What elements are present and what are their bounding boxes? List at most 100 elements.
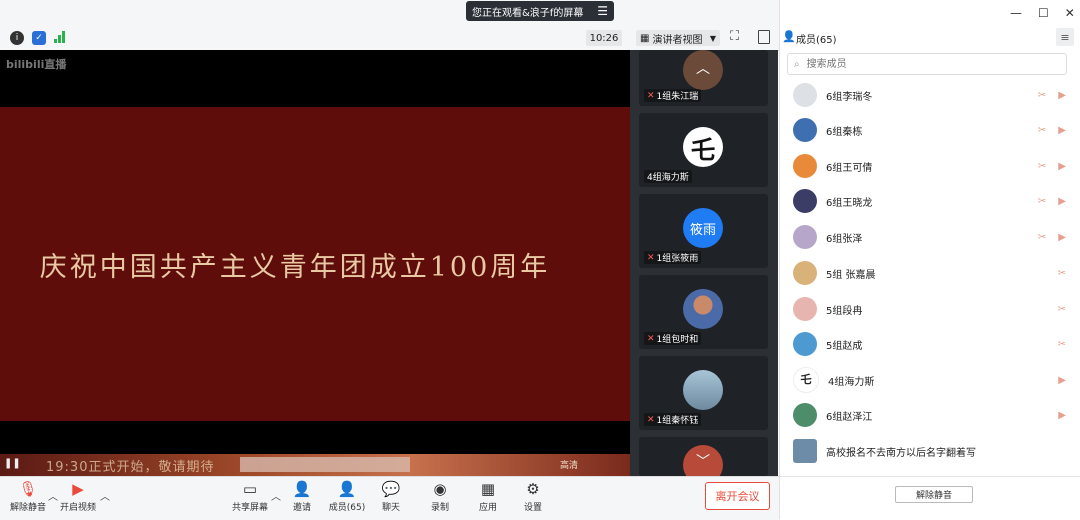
avatar <box>793 83 817 107</box>
member-row[interactable]: 5组赵成 ✂ <box>780 327 1080 361</box>
member-row[interactable]: 6组张泽 ✂ ▶ <box>780 220 1080 254</box>
panel-menu-button[interactable]: ≡ <box>1056 28 1074 46</box>
mic-muted-icon: ✕ <box>647 414 655 425</box>
member-row[interactable]: 5组段冉 ✂ <box>780 292 1080 326</box>
leave-meeting-button[interactable]: 离开会议 <box>705 482 770 510</box>
share-screen-icon: ▭ <box>242 480 258 498</box>
member-row[interactable]: 5组 张嘉晨 ✂ <box>780 256 1080 290</box>
member-row[interactable]: 6组李瑞冬 ✂ ▶ <box>780 78 1080 112</box>
participant-thumbnail[interactable]: ✕ 1组包时和 <box>639 275 768 349</box>
mic-muted-icon[interactable]: ✂ <box>1038 196 1046 207</box>
divider <box>780 476 1080 477</box>
avatar: 筱雨 <box>683 208 723 248</box>
thumbnail-name: ✕ 1组张筱雨 <box>644 251 702 264</box>
avatar <box>793 403 817 427</box>
avatar <box>793 225 817 249</box>
share-banner-text: 您正在观看&浪子f的屏幕 <box>472 7 584 19</box>
user-icon: 👤 <box>782 30 796 43</box>
share-banner[interactable]: 您正在观看&浪子f的屏幕 ☰ <box>466 1 614 21</box>
window-controls: — ☐ ✕ <box>1010 6 1075 20</box>
camera-off-icon[interactable]: ▶ <box>1058 125 1066 136</box>
chevron-up-icon[interactable]: ︿ <box>100 488 110 503</box>
avatar <box>793 261 817 285</box>
member-row[interactable]: 6组王晓龙 ✂ ▶ <box>780 184 1080 218</box>
signal-icon[interactable] <box>54 31 68 43</box>
mic-off-icon: 🎙 <box>18 480 38 498</box>
invite-button[interactable]: 👤 邀请 <box>278 480 326 513</box>
member-row[interactable]: 6组秦栋 ✂ ▶ <box>780 113 1080 147</box>
mic-muted-icon[interactable]: ✂ <box>1038 232 1046 243</box>
camera-off-icon[interactable]: ▶ <box>1058 161 1066 172</box>
mic-muted-icon[interactable]: ✂ <box>1038 161 1046 172</box>
menu-icon[interactable]: ☰ <box>597 4 608 18</box>
minimize-icon[interactable]: — <box>1010 6 1022 20</box>
member-row[interactable]: 6组王可倩 ✂ ▶ <box>780 149 1080 183</box>
avatar: 乇 <box>683 127 723 167</box>
start-video-button[interactable]: ▶ 开启视频 <box>54 480 102 513</box>
chevron-down-icon: ▼ <box>709 33 716 43</box>
avatar <box>793 154 817 178</box>
camera-off-icon[interactable]: ▶ <box>1058 410 1066 421</box>
record-button[interactable]: ◉ 录制 <box>416 480 464 513</box>
info-icon[interactable]: i <box>10 31 24 45</box>
mic-muted-icon[interactable]: ✂ <box>1058 304 1066 315</box>
avatar <box>793 118 817 142</box>
camera-off-icon[interactable]: ▶ <box>1058 90 1066 101</box>
participant-thumbnail[interactable]: ✕ 1组秦怀钰 <box>639 356 768 430</box>
play-pause-icon: ❚❚ <box>4 458 21 469</box>
apps-button[interactable]: ▦ 应用 <box>464 480 512 513</box>
chevron-up-icon[interactable]: ︿ <box>691 58 715 77</box>
member-row[interactable]: 乇 4组海力斯 ▶ <box>780 363 1080 397</box>
grid-icon: ▦ <box>640 32 650 44</box>
sidebar-toggle-icon[interactable] <box>758 30 770 44</box>
video-quality-label: 高清 <box>560 461 579 471</box>
video-bar-text: 19:30正式开始，敬请期待 <box>46 460 215 475</box>
mic-muted-icon[interactable]: ✂ <box>1038 90 1046 101</box>
video-progress-overlay <box>240 457 410 472</box>
panel-title: 成员(65) <box>796 35 837 46</box>
close-icon[interactable]: ✕ <box>1065 6 1075 20</box>
avatar <box>793 189 817 213</box>
thumbnail-name: 4组海力斯 <box>644 170 692 183</box>
settings-button[interactable]: ⚙ 设置 <box>509 480 557 513</box>
slide-title: 庆祝中国共产主义青年团成立100周年 <box>39 252 551 283</box>
share-screen-button[interactable]: ▭ 共享屏幕 <box>226 480 274 513</box>
avatar <box>793 439 817 463</box>
shield-icon[interactable]: ✓ <box>32 31 46 45</box>
participant-thumbnail[interactable]: ﹀ <box>639 437 768 485</box>
participant-thumbnail[interactable]: ︿ ✕ 1组朱江瑞 <box>639 50 768 106</box>
mic-muted-icon[interactable]: ✂ <box>1058 268 1066 279</box>
fullscreen-icon[interactable]: ⛶ <box>730 29 739 44</box>
video-watermark: bilibili直播 <box>6 58 67 71</box>
camera-off-icon[interactable]: ▶ <box>1058 232 1066 243</box>
avatar <box>683 370 723 410</box>
chat-icon: 💬 <box>381 480 401 498</box>
avatar: 乇 <box>793 367 819 393</box>
apps-icon: ▦ <box>480 480 496 498</box>
search-input[interactable] <box>804 57 1049 71</box>
mic-muted-icon[interactable]: ✂ <box>1038 125 1046 136</box>
member-row[interactable]: 高校报名不去南方以后名字翻着写 <box>780 434 1080 468</box>
mic-muted-icon: ✕ <box>647 90 655 101</box>
chevron-down-icon[interactable]: ﹀ <box>691 451 715 470</box>
unmute-all-button[interactable]: 解除静音 <box>895 486 973 503</box>
maximize-icon[interactable]: ☐ <box>1038 6 1049 20</box>
thumbnail-name: ✕ 1组朱江瑞 <box>644 89 702 102</box>
record-icon: ◉ <box>433 480 447 498</box>
camera-off-icon[interactable]: ▶ <box>1058 196 1066 207</box>
participant-thumbnail[interactable]: 筱雨 ✕ 1组张筱雨 <box>639 194 768 268</box>
participant-thumbnail[interactable]: 乇 4组海力斯 <box>639 113 768 187</box>
thumbnail-name: ✕ 1组包时和 <box>644 332 702 345</box>
mic-muted-icon[interactable]: ✂ <box>1058 339 1066 350</box>
member-search[interactable]: ⌕ <box>787 53 1067 75</box>
member-row[interactable]: 6组赵泽江 ▶ <box>780 398 1080 432</box>
avatar <box>683 289 723 329</box>
gear-icon: ⚙ <box>526 480 540 498</box>
unmute-button[interactable]: 🎙 解除静音 <box>4 480 52 513</box>
chat-button[interactable]: 💬 聊天 <box>367 480 415 513</box>
thumbnail-name: ✕ 1组秦怀钰 <box>644 413 702 426</box>
members-button[interactable]: 👤 成员(65) <box>323 480 371 513</box>
speaker-view-dropdown[interactable]: ▦ 演讲者视图 ▼ <box>636 30 720 46</box>
camera-off-icon[interactable]: ▶ <box>1058 375 1066 386</box>
meeting-timer: 10:26 <box>586 30 622 46</box>
